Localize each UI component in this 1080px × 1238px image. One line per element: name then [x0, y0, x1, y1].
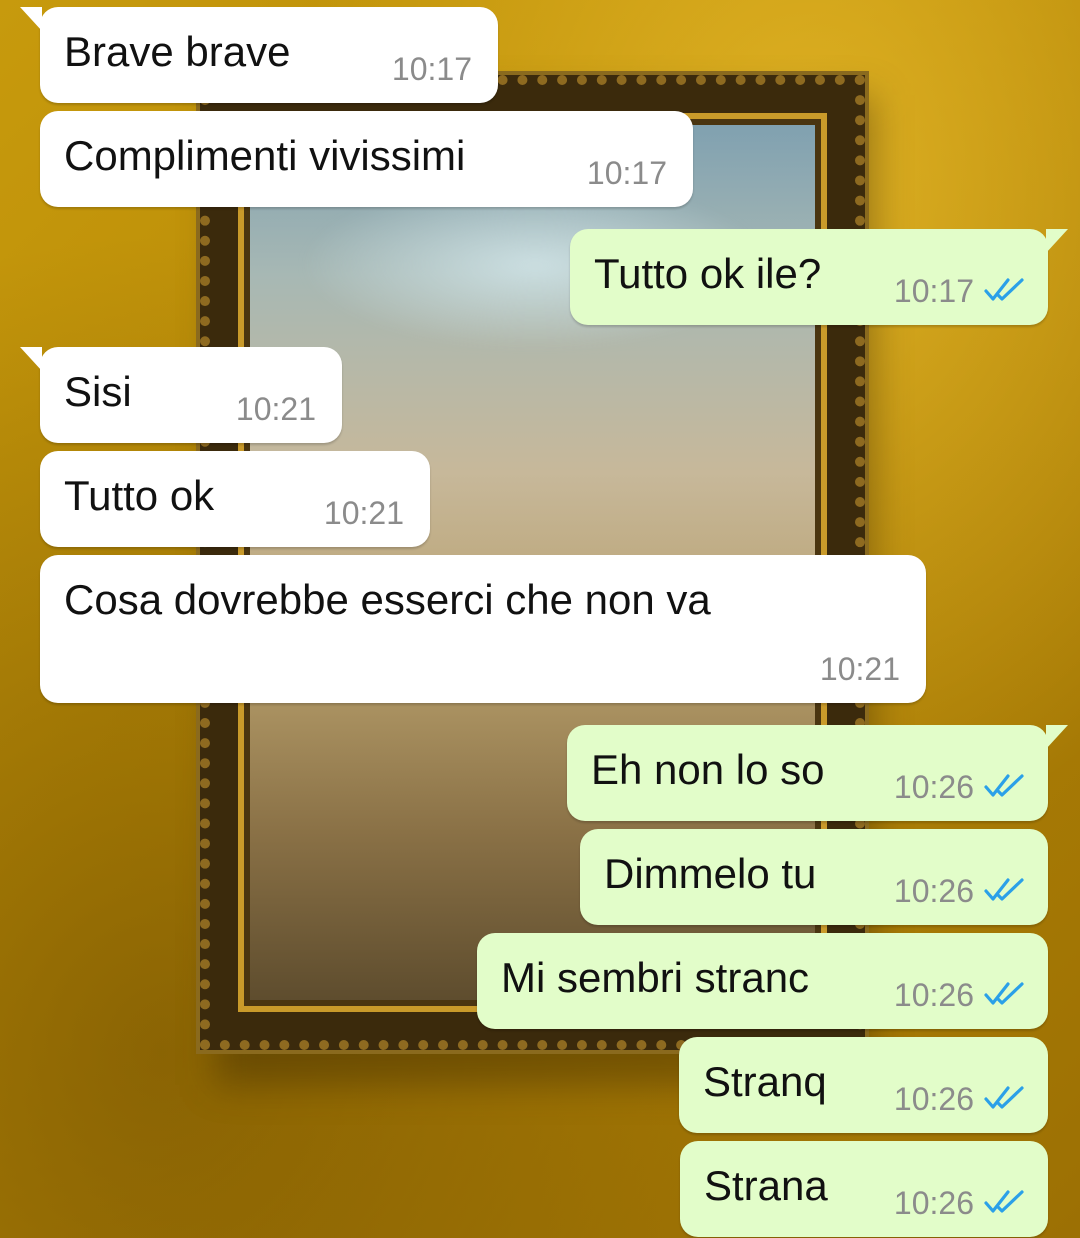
message-text: Sisi — [64, 368, 132, 415]
double-check-read-icon — [984, 878, 1024, 901]
message-text: Cosa dovrebbe esserci che non va — [64, 576, 711, 623]
message-timestamp: 10:26 — [893, 769, 974, 805]
bubble-tail — [20, 347, 42, 371]
message-text: Strana — [704, 1162, 828, 1209]
double-check-read-icon — [984, 982, 1024, 1005]
double-check-read-icon — [984, 1086, 1024, 1109]
message-timestamp: 10:26 — [893, 873, 974, 909]
double-check-read-icon — [984, 774, 1024, 797]
message-bubble-outgoing[interactable]: Tutto ok ile? 10:17 — [570, 229, 1068, 325]
message-bubble-outgoing[interactable]: Mi sembri stranc 10:26 — [477, 933, 1048, 1029]
message-timestamp: 10:26 — [893, 977, 974, 1013]
double-check-read-icon — [984, 1190, 1024, 1213]
message-bubble-incoming[interactable]: Cosa dovrebbe esserci che non va 10:21 — [40, 555, 926, 703]
message-text: Brave brave — [64, 28, 291, 75]
message-bubble-outgoing[interactable]: Strana 10:26 — [680, 1141, 1048, 1237]
bubble-tail — [1046, 229, 1068, 253]
bubble-tail — [20, 7, 42, 31]
message-text: Tutto ok — [64, 472, 215, 519]
message-bubble-incoming[interactable]: Brave brave 10:17 — [20, 7, 498, 103]
message-timestamp: 10:26 — [893, 1185, 974, 1221]
message-text: Complimenti vivissimi — [64, 132, 466, 179]
message-bubble-outgoing[interactable]: Stranq 10:26 — [679, 1037, 1048, 1133]
message-bubble-outgoing[interactable]: Eh non lo so 10:26 — [567, 725, 1068, 821]
double-check-read-icon — [984, 278, 1024, 301]
message-bubble-incoming[interactable]: Tutto ok 10:21 — [40, 451, 430, 547]
message-timestamp: 10:21 — [235, 391, 316, 427]
message-timestamp: 10:26 — [893, 1081, 974, 1117]
message-bubble-outgoing[interactable]: Dimmelo tu 10:26 — [580, 829, 1048, 925]
message-timestamp: 10:21 — [819, 651, 900, 687]
message-bubble-incoming[interactable]: Sisi 10:21 — [20, 347, 342, 443]
message-bubble-incoming[interactable]: Complimenti vivissimi 10:17 — [40, 111, 693, 207]
message-timestamp: 10:17 — [391, 51, 472, 87]
message-text: Eh non lo so — [591, 746, 825, 793]
message-text: Tutto ok ile? — [594, 250, 822, 297]
message-text: Stranq — [703, 1058, 827, 1105]
message-timestamp: 10:21 — [323, 495, 404, 531]
message-text: Mi sembri stranc — [501, 954, 810, 1001]
message-text: Dimmelo tu — [604, 850, 817, 897]
bubble-tail — [1046, 725, 1068, 749]
message-timestamp: 10:17 — [893, 273, 974, 309]
message-timestamp: 10:17 — [586, 155, 667, 191]
